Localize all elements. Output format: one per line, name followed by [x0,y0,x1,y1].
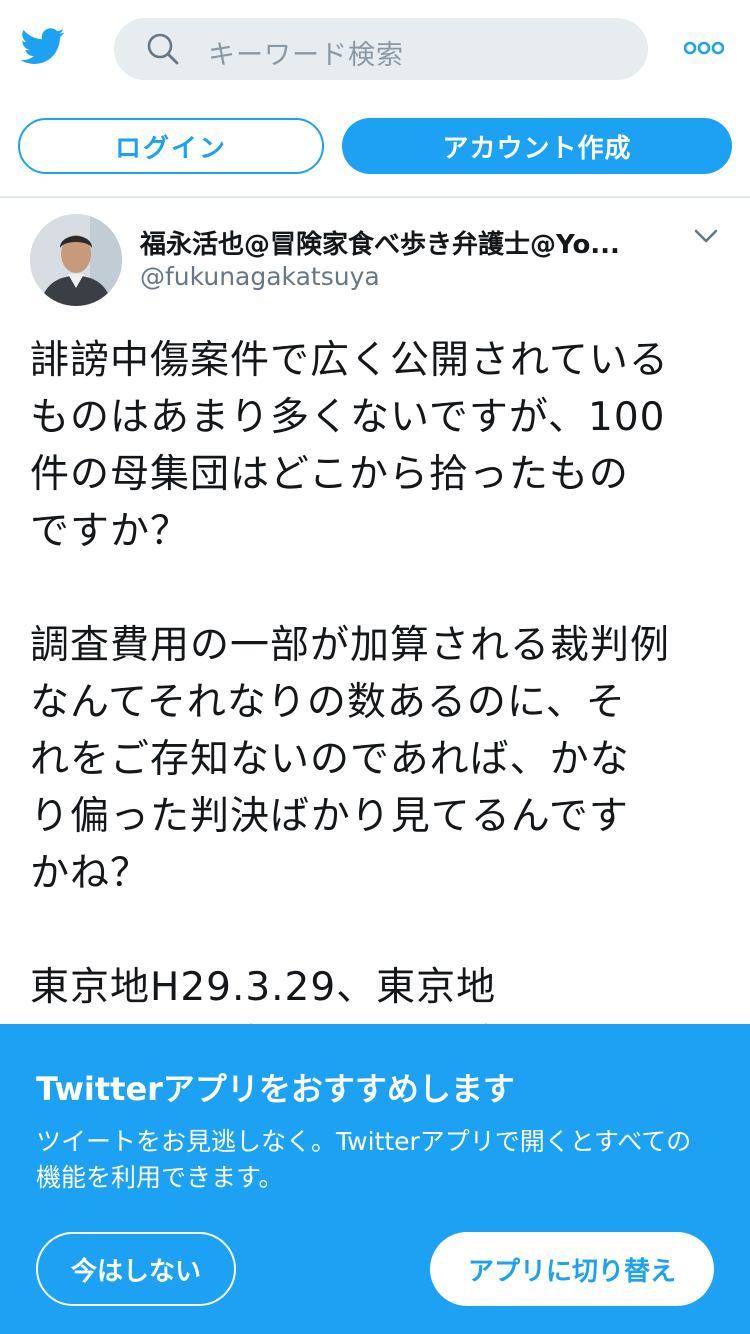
auth-buttons: ログイン アカウント作成 [0,118,750,174]
search-bar[interactable]: キーワード検索 [114,18,648,80]
top-bar: キーワード検索 [0,0,750,98]
login-button[interactable]: ログイン [18,118,324,174]
switch-to-app-button[interactable]: アプリに切り替え [430,1232,714,1306]
display-name[interactable]: 福永活也@冒険家食べ歩き弁護士@Yo... [140,224,650,261]
tweet: 福永活也@冒険家食べ歩き弁護士@Yo... @fukunagakatsuya 誹… [0,198,750,1028]
search-icon [147,33,179,65]
more-dots-icon[interactable] [684,40,724,56]
twitter-bird-icon[interactable] [18,24,68,68]
avatar[interactable] [30,214,122,306]
avatar-photo [30,214,122,306]
promo-description: ツイートをお見逃しなく。Twitterアプリで開くとすべての機能を利用できます。 [36,1127,692,1192]
search-input[interactable]: キーワード検索 [208,33,404,72]
create-account-button[interactable]: アカウント作成 [342,118,732,174]
chevron-down-icon[interactable] [694,228,718,244]
app-promo-banner: Twitterアプリをおすすめします ツイートをお見逃しなく。Twitterアプ… [0,1024,750,1334]
promo-title: Twitterアプリをおすすめします [36,1070,515,1108]
tweet-text: 誹謗中傷案件で広く公開されている ものはあまり多くないですが、100 件の母集団… [30,338,671,1028]
user-handle[interactable]: @fukunagakatsuya [140,262,380,291]
not-now-button[interactable]: 今はしない [36,1232,236,1306]
